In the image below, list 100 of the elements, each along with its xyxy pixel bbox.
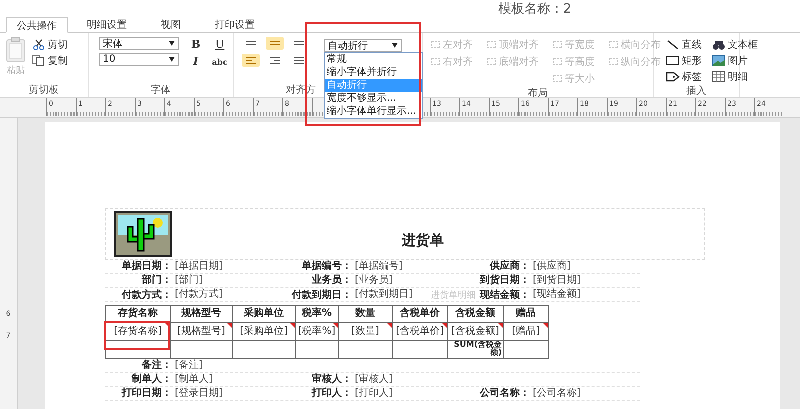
insert-button[interactable]: 直线 xyxy=(666,37,702,52)
landscape-picture-icon xyxy=(712,54,726,66)
field-value-cell-text: [单据编号] xyxy=(354,260,404,273)
field-value-cell-text: [公司名称] xyxy=(532,387,582,400)
copy-icon xyxy=(32,54,46,66)
tag-icon xyxy=(666,70,680,82)
italic-button[interactable]: I xyxy=(185,54,207,69)
table-cell: [含税金额] xyxy=(448,323,504,341)
align-left-icon xyxy=(246,56,256,64)
table-cell: [数量] xyxy=(339,323,393,341)
caret-icon xyxy=(392,43,398,48)
field-value-cell-text: [供应商] xyxy=(532,260,572,273)
column-header: 含税金额 xyxy=(448,306,504,323)
font-family-select[interactable]: 宋体 xyxy=(99,37,179,50)
table-cell xyxy=(296,341,339,359)
window-title: 模板名称：2 xyxy=(498,0,572,18)
ribbon-tab[interactable]: 公共操作 xyxy=(6,17,68,33)
field-label: 现结金额： xyxy=(480,288,530,302)
insert-button[interactable]: 图片 xyxy=(712,53,758,68)
cactus-picture-drawing xyxy=(114,211,172,257)
table-cell: [规格型号] xyxy=(171,323,233,341)
field-value-cell-text: [部门] xyxy=(174,274,204,287)
column-header: 含税单价 xyxy=(393,306,448,323)
column-header: 税率% xyxy=(296,306,339,323)
underline-button[interactable]: U xyxy=(209,37,231,52)
column-header: 规格型号 xyxy=(171,306,233,323)
field-label: 付款到期日： xyxy=(292,288,352,302)
group-label: 插入 xyxy=(686,84,706,98)
group-label: 布局 xyxy=(528,87,548,100)
table-cell xyxy=(171,341,233,359)
field-label: 业务员： xyxy=(312,274,352,287)
insert-button[interactable]: 标签 xyxy=(666,69,702,84)
align-justify-icon xyxy=(294,56,304,64)
field-value-cell-text: [现结金额] xyxy=(532,288,582,302)
table-cell: [税率%] xyxy=(296,323,339,341)
font-size-select[interactable]: 10 xyxy=(99,53,179,66)
table-cell: [赠品] xyxy=(504,323,549,341)
field-label: 制单人： xyxy=(132,373,172,386)
field-value-cell-text: [备注] xyxy=(174,359,204,372)
column-header: 赠品 xyxy=(504,306,549,323)
ribbon-tab[interactable]: 视图 xyxy=(146,16,196,32)
report-title: 进货单 xyxy=(402,232,444,250)
line-icon xyxy=(666,38,680,50)
field-label: 单据编号： xyxy=(302,260,352,273)
highlight-frame xyxy=(104,321,170,350)
caret-icon xyxy=(169,57,175,62)
insert-button[interactable]: 矩形 xyxy=(666,53,702,68)
table-cell: [含税单价] xyxy=(393,323,448,341)
table-cell xyxy=(339,341,393,359)
field-label: 公司名称： xyxy=(480,387,530,400)
caret-icon xyxy=(169,41,175,46)
field-label: 到货日期： xyxy=(480,274,530,287)
table-cell: SUM(含税金额) xyxy=(448,341,504,359)
table-grid-icon xyxy=(712,70,726,82)
two-lines-icon xyxy=(246,41,256,46)
field-value-cell-text: [付款方式] xyxy=(174,288,224,302)
field-label: 打印人： xyxy=(312,387,352,400)
scissors-icon xyxy=(32,38,46,50)
field-value-cell-text: [付款到期日] xyxy=(354,288,414,302)
field-value-cell-text: [业务员] xyxy=(354,274,394,287)
ribbon-tab[interactable]: 打印设置 xyxy=(200,16,270,32)
field-label: 打印日期： xyxy=(122,387,172,400)
bold-button[interactable]: B xyxy=(185,37,207,52)
group-label: 对齐方 xyxy=(286,84,316,97)
field-label: 付款方式： xyxy=(122,288,172,302)
cut-button[interactable]: 剪切 xyxy=(32,37,68,52)
binoculars-icon xyxy=(712,38,726,50)
table-cell xyxy=(504,341,549,359)
insert-button[interactable]: 明细 xyxy=(712,69,758,84)
field-label: 审核人： xyxy=(312,373,352,386)
group-label: 剪切板 xyxy=(29,84,59,97)
field-value-cell-text: [审核人] xyxy=(354,373,394,386)
table-cell: [采购单位] xyxy=(233,323,296,341)
field-label: 部门： xyxy=(142,274,172,287)
field-value-cell-text: [制单人] xyxy=(174,373,214,386)
table-cell xyxy=(393,341,448,359)
rectangle-icon xyxy=(666,54,680,66)
clipboard-icon xyxy=(6,37,26,63)
field-label: 备注： xyxy=(142,359,172,372)
insert-button[interactable]: 文本框 xyxy=(712,37,758,52)
copy-button[interactable]: 复制 xyxy=(32,53,68,68)
field-label: 供应商： xyxy=(490,260,530,273)
two-lines-icon xyxy=(294,41,304,46)
field-label: 单据日期： xyxy=(122,260,172,273)
field-value-cell-text: [到货日期] xyxy=(532,274,582,287)
field-value-cell-text: [打印人] xyxy=(354,387,394,400)
two-lines-icon xyxy=(270,41,280,46)
align-right-icon xyxy=(270,56,280,64)
table-cell xyxy=(233,341,296,359)
column-header: 采购单位 xyxy=(233,306,296,323)
table-cell: [存货名称] xyxy=(106,323,171,341)
alignment-button[interactable] xyxy=(266,37,284,50)
alignment-button[interactable] xyxy=(242,54,260,67)
strike-button[interactable]: abc xyxy=(209,54,231,69)
ribbon-tab[interactable]: 明细设置 xyxy=(72,16,142,32)
column-header: 存货名称 xyxy=(106,306,171,323)
column-header: 数量 xyxy=(339,306,393,323)
field-value-cell-text: [登录日期] xyxy=(174,387,224,400)
field-value-cell-text: [单据日期] xyxy=(174,260,224,273)
group-label: 字体 xyxy=(151,84,171,97)
